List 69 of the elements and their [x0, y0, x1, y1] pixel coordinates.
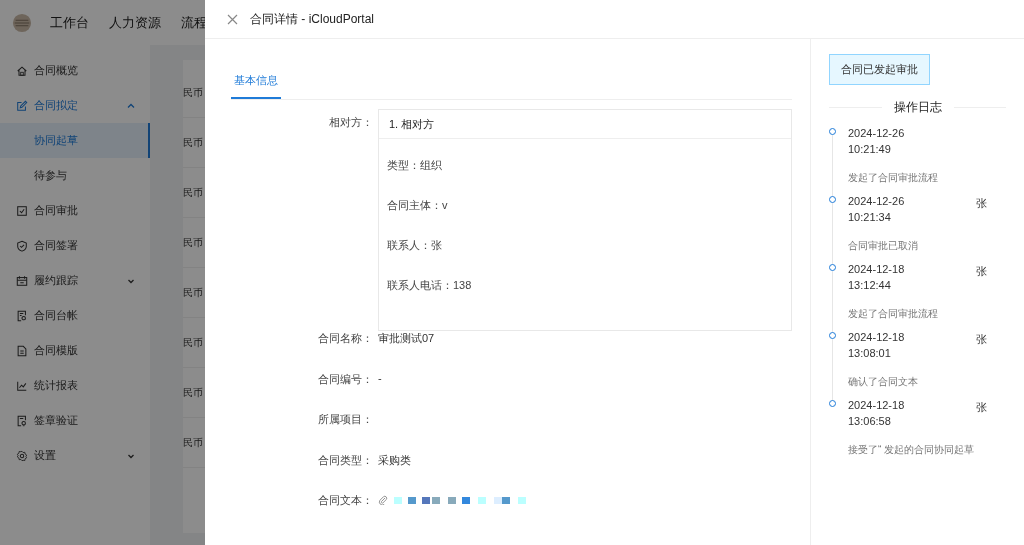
sidebar-item[interactable]: 合同模版 — [0, 333, 150, 368]
log-date: 2024-12-18 — [848, 330, 906, 345]
section-title: 操作日志 — [893, 99, 942, 116]
timeline-dot — [829, 264, 836, 271]
counterparty-detail: 合同主体：v — [387, 198, 448, 213]
log-time: 10:21:49 — [848, 142, 892, 157]
timeline-dot — [829, 332, 836, 339]
log-time: 13:06:58 — [848, 414, 892, 429]
card-header: 1. 相对方 — [389, 116, 435, 132]
field-label: 相对方： — [328, 115, 373, 130]
counterparty-detail: 联系人：张 — [387, 238, 442, 253]
settings-icon — [16, 449, 28, 462]
field-value: 采购类 — [378, 452, 411, 468]
close-icon[interactable] — [227, 13, 238, 25]
log-user: 张 — [976, 197, 987, 209]
sidebar-item[interactable]: 设置 — [0, 438, 150, 473]
field-label: 合同编号： — [317, 371, 373, 387]
field-label: 合同文本： — [317, 493, 373, 508]
sidebar-item[interactable]: 合同签署 — [0, 228, 150, 263]
sidebar-item[interactable]: 履约跟踪 — [0, 263, 150, 298]
sidebar-subitem[interactable]: 待参与 — [0, 158, 150, 193]
sidebar-item[interactable]: 统计报表 — [0, 368, 150, 403]
log-time: 10:21:34 — [848, 210, 892, 225]
tab[interactable]: 基本信息 — [231, 69, 281, 99]
counterparty-detail: 类型：组织 — [387, 158, 442, 173]
paperclip-icon — [378, 495, 388, 505]
nav-item[interactable]: 工作台 — [50, 13, 89, 32]
field-label: 所属项目： — [317, 412, 373, 427]
log-action: 接受了“ 发起的合同协同起草 — [848, 442, 976, 457]
log-time: 13:12:44 — [848, 278, 892, 293]
timeline-dot — [829, 196, 836, 203]
log-action: 合同审批已取消 — [848, 238, 919, 253]
status-banner: 合同已发起审批 — [829, 54, 930, 85]
home-icon — [16, 64, 28, 77]
log-user: 张 — [976, 333, 987, 345]
checkbox-icon — [16, 204, 28, 217]
log-date: 2024-12-18 — [848, 262, 906, 277]
line-chart-icon — [16, 379, 28, 392]
nav-item[interactable]: 人力资源 — [109, 13, 161, 32]
field-value: 审批测试07 — [378, 331, 435, 346]
timeline-dot — [829, 400, 836, 407]
log-action: 发起了合同审批流程 — [848, 306, 939, 321]
counterparty-detail: 联系人电话：138 — [387, 278, 472, 293]
document-icon — [16, 344, 28, 357]
calendar-icon — [16, 274, 28, 287]
timeline-dot — [829, 128, 836, 135]
sidebar-item[interactable]: 签章验证 — [0, 403, 150, 438]
log-action: 发起了合同审批流程 — [848, 170, 939, 185]
field-label: 合同类型： — [317, 452, 373, 468]
sidebar-item[interactable]: 合同审批 — [0, 193, 150, 228]
sidebar-item[interactable]: 合同概览 — [0, 53, 150, 88]
edit-icon — [16, 99, 28, 112]
log-action: 确认了合同文本 — [848, 374, 919, 389]
log-date: 2024-12-18 — [848, 398, 906, 413]
drawer-title: 合同详情 - iCloudPortal — [250, 10, 375, 28]
document-search-icon — [16, 309, 28, 322]
log-user: 张 — [976, 265, 987, 277]
sidebar-item[interactable]: 合同台帐 — [0, 298, 150, 333]
log-date: 2024-12-26 — [848, 126, 906, 141]
shield-icon — [16, 239, 28, 252]
document-seal-icon — [16, 414, 28, 427]
sidebar-item[interactable]: 合同拟定 — [0, 88, 150, 123]
field-value: - — [378, 371, 382, 384]
field-label: 合同名称： — [317, 331, 373, 346]
log-time: 13:08:01 — [848, 346, 892, 361]
sidebar-subitem[interactable]: 协同起草 — [0, 123, 150, 158]
logo-icon — [12, 12, 32, 33]
log-user: 张 — [976, 401, 987, 413]
log-date: 2024-12-26 — [848, 194, 906, 209]
